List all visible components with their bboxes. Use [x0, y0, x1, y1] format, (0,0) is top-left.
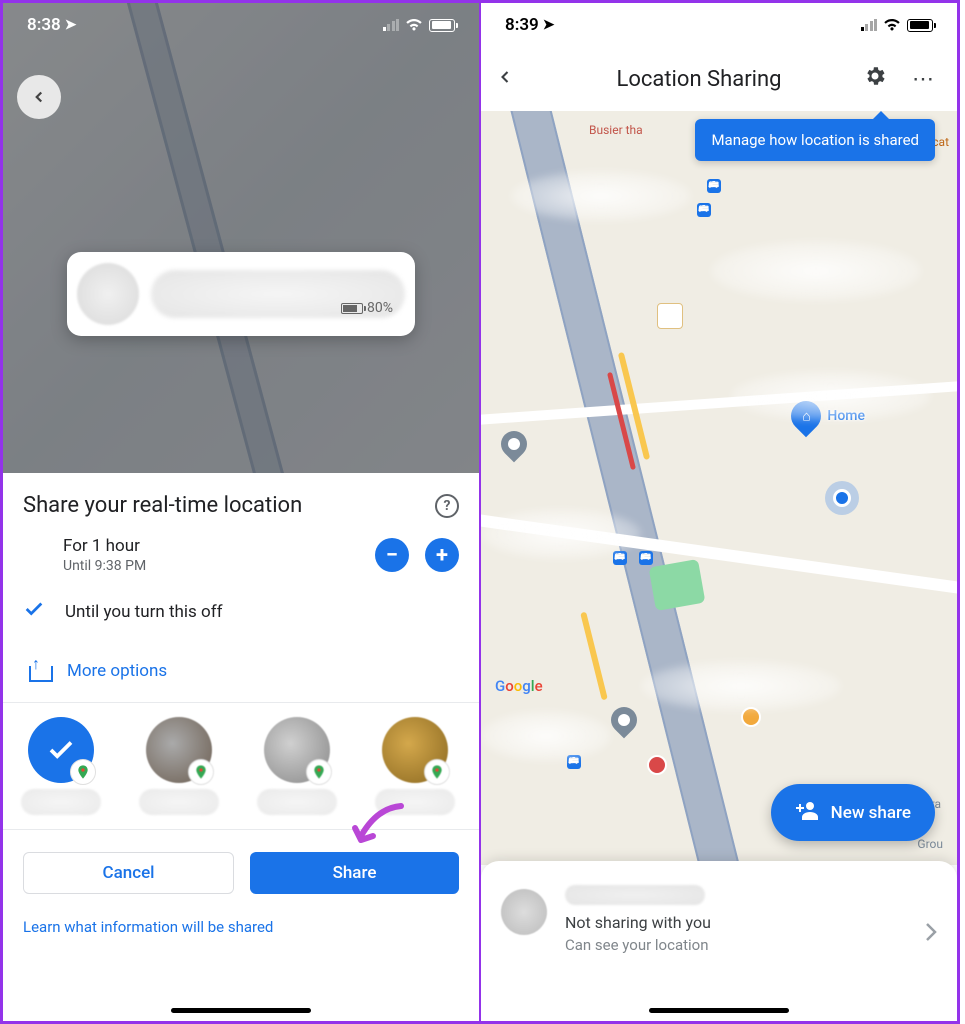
contact-avatar [264, 717, 330, 783]
status-time: 8:39 [505, 15, 539, 35]
learn-info-link[interactable]: Learn what information will be shared [3, 904, 479, 950]
until-off-label: Until you turn this off [65, 602, 223, 622]
share-icon [29, 660, 49, 682]
chevron-right-icon [925, 922, 937, 948]
current-location-dot [833, 489, 851, 507]
google-maps-badge-icon [70, 759, 96, 785]
until-off-option[interactable]: Until you turn this off [3, 586, 479, 646]
avatar [77, 263, 139, 325]
google-maps-badge-icon [188, 759, 214, 785]
cell-signal-icon [861, 19, 878, 31]
nav-bar: Location Sharing ⋯ [481, 47, 957, 111]
duration-option[interactable]: For 1 hour Until 9:38 PM − + [3, 530, 479, 586]
annotation-arrow-icon [349, 802, 409, 852]
bus-stop-icon [697, 203, 711, 217]
share-bottom-sheet: Share your real-time location ? For 1 ho… [3, 473, 479, 1021]
status-bar: 8:39 ➤ [481, 3, 957, 47]
no-entry-icon [647, 755, 667, 775]
contact-name [565, 885, 705, 905]
map-view[interactable]: Busier tha & cat ⌂ Home JCB Flora Gr [481, 111, 957, 865]
cell-signal-icon [383, 19, 400, 31]
google-maps-badge-icon [424, 759, 450, 785]
map-pin-icon [606, 702, 643, 739]
busier-than-usual-label: Busier tha [589, 123, 643, 137]
bus-stop-icon [639, 551, 653, 565]
bus-stop-icon [707, 179, 721, 193]
status-bar: 8:38 ➤ [3, 3, 479, 47]
google-logo: Google [495, 677, 543, 695]
settings-tooltip: Manage how location is shared [695, 119, 935, 161]
poi-label: Grou [917, 837, 943, 851]
duration-label: For 1 hour [63, 536, 359, 556]
contact-avatar-selected [28, 717, 94, 783]
contact-name [21, 789, 101, 815]
duration-until: Until 9:38 PM [63, 558, 359, 574]
increase-duration-button[interactable]: + [425, 538, 459, 572]
contact-name [139, 789, 219, 815]
sharing-visibility: Can see your location [565, 936, 907, 954]
more-options-button[interactable]: More options [3, 646, 479, 702]
help-icon[interactable]: ? [435, 494, 459, 518]
more-menu-button[interactable]: ⋯ [903, 67, 943, 92]
contact-item[interactable] [249, 717, 345, 815]
battery-icon [429, 19, 455, 32]
person-add-icon [795, 800, 819, 825]
check-icon [23, 598, 45, 626]
card-battery-text: 80% [341, 300, 393, 1003]
bus-stop-icon [613, 551, 627, 565]
google-maps-badge-icon [306, 759, 332, 785]
home-indicator[interactable] [171, 1008, 311, 1013]
wifi-icon [405, 16, 423, 35]
sheet-title: Share your real-time location [23, 493, 302, 518]
contact-name [257, 789, 337, 815]
sharing-info-card[interactable]: Not sharing with you Can see your locati… [481, 861, 957, 1021]
phone-screen-left: 8:38 ➤ 80% Share your real-time location… [0, 0, 480, 1024]
map-dimmed [3, 3, 479, 473]
more-options-label: More options [67, 661, 167, 681]
contact-item[interactable] [131, 717, 227, 815]
status-time: 8:38 [27, 15, 61, 35]
cancel-button[interactable]: Cancel [23, 852, 234, 894]
new-share-button[interactable]: New share [771, 784, 935, 841]
avatar [501, 889, 547, 935]
location-arrow-icon: ➤ [65, 17, 77, 33]
sharing-status: Not sharing with you [565, 913, 907, 932]
location-arrow-icon: ➤ [543, 17, 555, 33]
back-button[interactable] [17, 75, 61, 119]
home-indicator[interactable] [649, 1008, 789, 1013]
settings-button[interactable] [863, 64, 903, 94]
back-button[interactable] [495, 65, 535, 93]
battery-small-icon [341, 303, 363, 314]
page-title: Location Sharing [535, 67, 863, 92]
phone-screen-right: 8:39 ➤ Location Sharing ⋯ Manage how loc… [480, 0, 960, 1024]
fab-label: New share [831, 803, 911, 823]
map-pin-icon [496, 426, 533, 463]
wifi-icon [883, 16, 901, 35]
contact-avatar [146, 717, 212, 783]
contact-item-selected[interactable] [13, 717, 109, 815]
poi-marker [657, 303, 683, 329]
battery-icon [907, 19, 933, 32]
